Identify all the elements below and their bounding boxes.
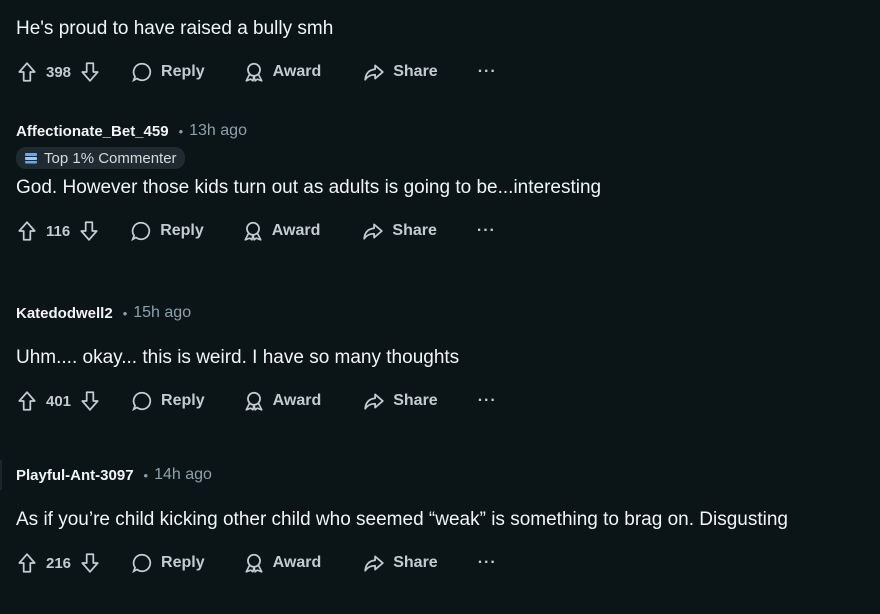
award-icon <box>245 62 263 82</box>
share-button[interactable]: Share <box>363 61 438 83</box>
downvote-button[interactable] <box>79 552 101 574</box>
upvote-icon <box>18 553 36 573</box>
comment-bubble-icon <box>132 553 152 574</box>
badge-icon <box>25 153 37 164</box>
award-icon <box>245 391 263 411</box>
share-button[interactable]: Share <box>362 220 437 242</box>
comment-1: He's proud to have raised a bully smh 39… <box>16 16 864 87</box>
downvote-button[interactable] <box>79 390 101 412</box>
share-button[interactable]: Share <box>363 390 438 412</box>
downvote-icon <box>81 62 99 82</box>
comment-actions: 398 Reply Award Share ··· <box>16 57 864 87</box>
upvote-button[interactable] <box>16 390 38 412</box>
comment-meta: Katedodwell2 • 15h ago <box>16 301 864 325</box>
commenter-badge: Top 1% Commenter <box>16 147 185 169</box>
comment-actions: 216 Reply Award Share ··· <box>16 548 864 578</box>
more-options-button[interactable]: ··· <box>477 222 496 240</box>
comment-body: God. However those kids turn out as adul… <box>16 177 602 198</box>
vote-count: 398 <box>46 63 72 81</box>
award-icon <box>244 221 262 241</box>
upvote-button[interactable] <box>16 220 38 242</box>
timestamp[interactable]: 15h ago <box>133 304 191 322</box>
share-icon <box>364 555 384 572</box>
comment-4: Playful-Ant-3097 • 14h ago As if you’re … <box>16 463 864 578</box>
comment-meta: Playful-Ant-3097 • 14h ago <box>16 463 864 487</box>
author-name[interactable]: Affectionate_Bet_459 <box>16 123 169 140</box>
thread-line <box>0 460 2 490</box>
downvote-button[interactable] <box>79 61 101 83</box>
more-options-button[interactable]: ··· <box>478 554 497 572</box>
comment-actions: 116 Reply Award Share ··· <box>16 216 864 246</box>
comment-actions: 401 Reply Award Share ··· <box>16 386 864 416</box>
comment-bubble-icon <box>131 221 151 242</box>
award-icon <box>245 553 263 573</box>
reply-button[interactable]: Reply <box>131 390 205 412</box>
downvote-icon <box>81 553 99 573</box>
more-options-button[interactable]: ··· <box>478 392 497 410</box>
upvote-button[interactable] <box>16 552 38 574</box>
comment-body: Uhm.... okay... this is weird. I have so… <box>16 347 460 368</box>
upvote-icon <box>18 391 36 411</box>
comment-body: As if you’re child kicking other child w… <box>16 509 788 530</box>
comment-meta: Affectionate_Bet_459 • 13h ago <box>16 119 864 143</box>
downvote-icon <box>81 391 99 411</box>
upvote-icon <box>18 62 36 82</box>
comment-bubble-icon <box>132 62 152 83</box>
separator-dot: • <box>178 123 184 139</box>
timestamp[interactable]: 13h ago <box>189 122 247 140</box>
downvote-button[interactable] <box>78 220 100 242</box>
badge-label: Top 1% Commenter <box>44 149 177 167</box>
author-name[interactable]: Playful-Ant-3097 <box>16 467 134 484</box>
comment-body: He's proud to have raised a bully smh <box>16 18 334 39</box>
award-button[interactable]: Award <box>243 61 321 83</box>
vote-count: 401 <box>46 392 72 410</box>
share-icon <box>364 64 384 81</box>
more-options-button[interactable]: ··· <box>478 63 497 81</box>
upvote-button[interactable] <box>16 61 38 83</box>
share-icon <box>364 393 384 410</box>
vote-count: 216 <box>46 554 72 572</box>
reply-button[interactable]: Reply <box>131 61 205 83</box>
award-button[interactable]: Award <box>243 390 321 412</box>
downvote-icon <box>80 221 98 241</box>
share-icon <box>363 223 384 240</box>
award-button[interactable]: Award <box>243 552 321 574</box>
author-name[interactable]: Katedodwell2 <box>16 305 113 322</box>
comment-3: Katedodwell2 • 15h ago Uhm.... okay... t… <box>16 301 864 416</box>
reply-button[interactable]: Reply <box>131 552 205 574</box>
share-button[interactable]: Share <box>363 552 438 574</box>
comment-bubble-icon <box>132 391 152 412</box>
award-button[interactable]: Award <box>242 220 320 242</box>
reply-button[interactable]: Reply <box>130 220 204 242</box>
upvote-icon <box>18 221 36 241</box>
timestamp[interactable]: 14h ago <box>154 466 212 484</box>
comment-2: Affectionate_Bet_459 • 13h ago Top 1% Co… <box>16 119 864 246</box>
separator-dot: • <box>122 305 128 321</box>
separator-dot: • <box>143 467 149 483</box>
vote-count: 116 <box>46 222 71 240</box>
